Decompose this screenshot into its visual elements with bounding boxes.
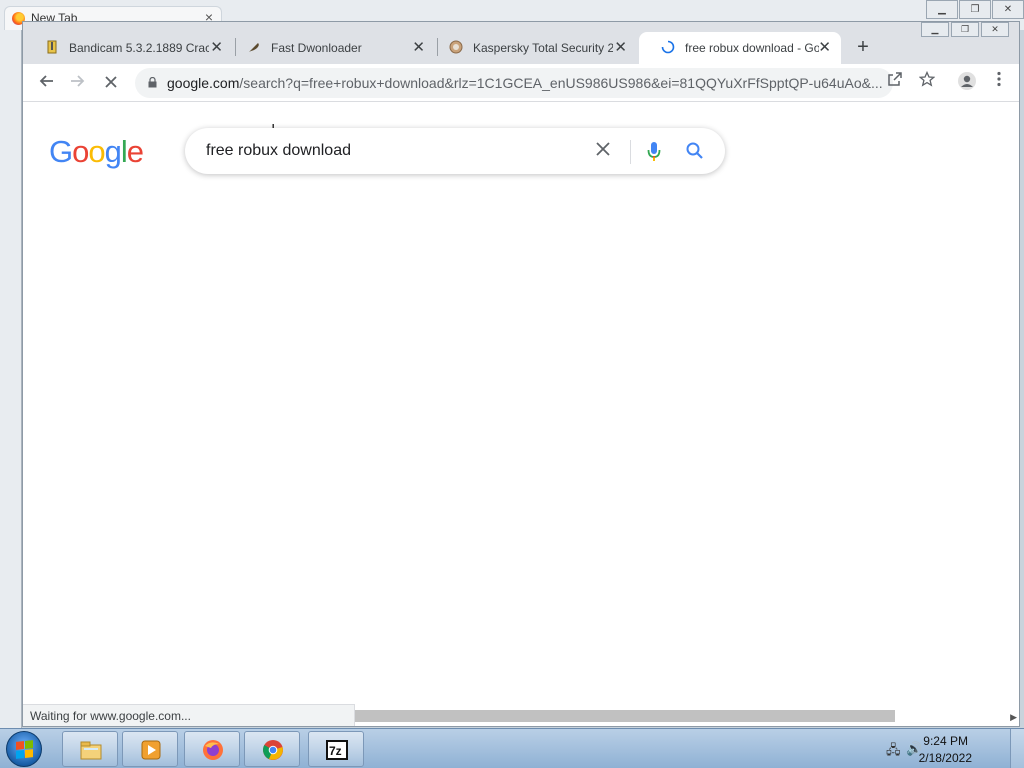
system-tray: 🖧 🔊 9:24 PM 2/18/2022 [884,729,1024,768]
new-tab-button[interactable]: + [853,36,873,59]
profile-icon[interactable] [955,71,979,95]
feather-icon [249,43,259,52]
tab-bandicam[interactable]: Bandicam 5.3.2.1889 Crack ✕ [23,32,233,64]
close-icon[interactable]: ✕ [210,38,223,56]
tab-label: Fast Dwonloader [271,41,362,55]
forward-arrow-icon[interactable] [66,71,90,95]
tab-label: free robux download - Google [685,41,819,55]
start-button[interactable] [6,731,42,767]
close-button[interactable]: ✕ [992,0,1024,19]
tab-strip: Bandicam 5.3.2.1889 Crack ✕ Fast Dwonloa… [23,22,1019,64]
search-box[interactable]: free robux download [185,128,725,174]
scroll-right-arrow-icon[interactable]: ▶ [1010,712,1017,723]
taskbar-explorer[interactable] [62,731,118,767]
address-bar[interactable]: google.com/search?q=free+robux+download&… [135,68,893,98]
tab-fast-downloader[interactable]: Fast Dwonloader ✕ [225,32,435,64]
show-desktop-button[interactable] [1010,729,1024,768]
minimize-button[interactable]: ▁ [926,0,958,19]
browser-window: Bandicam 5.3.2.1889 Crack ✕ Fast Dwonloa… [22,21,1020,727]
minimize-button[interactable]: ▁ [921,22,949,37]
share-icon[interactable] [883,71,907,95]
kaspersky-favicon-icon [449,40,463,54]
maximize-button[interactable]: ❐ [951,22,979,37]
url-path: /search?q=free+robux+download&rlz=1C1GCE… [239,75,883,91]
close-icon[interactable]: ✕ [818,38,831,56]
logo-letter: e [126,134,144,169]
tab-label: Kaspersky Total Security 2 [473,41,613,55]
url-host: google.com [167,75,240,91]
close-icon[interactable]: ✕ [412,38,425,56]
google-logo[interactable]: Google [49,134,144,170]
logo-letter: G [49,134,73,169]
windows-logo-icon [16,740,33,759]
horizontal-scrollbar[interactable] [355,710,895,722]
tab-google-search[interactable]: free robux download - Google ✕ [639,32,841,64]
clock-date[interactable]: 2/18/2022 [919,751,972,765]
tab-kaspersky[interactable]: Kaspersky Total Security 2 ✕ [427,32,637,64]
taskbar: 7z 🖧 🔊 9:24 PM 2/18/2022 [0,728,1024,768]
firefox-icon [203,740,223,760]
status-bar: Waiting for www.google.com... [23,704,355,726]
search-input[interactable]: free robux download [206,142,351,160]
folder-icon [80,741,102,760]
clear-search-icon[interactable] [595,140,611,163]
lock-icon [148,77,157,88]
back-arrow-icon[interactable] [34,71,58,95]
kebab-menu-icon[interactable] [987,71,1011,95]
search-divider [630,140,631,164]
chrome-icon [263,740,283,760]
seven-zip-icon: 7z [326,740,348,760]
page-content: Google I free robux download Waiting for… [23,102,1019,726]
clock-time[interactable]: 9:24 PM [923,734,968,748]
star-icon[interactable] [915,70,939,95]
stop-loading-icon[interactable] [99,71,123,95]
background-window-controls: ▁ ❐ ✕ [925,0,1024,19]
logo-letter: g [104,134,122,169]
logo-letter: o [88,134,105,169]
microphone-icon[interactable] [647,141,661,168]
zip-file-icon [47,40,57,54]
network-icon[interactable]: 🖧 [886,741,901,763]
restore-button[interactable]: ❐ [959,0,991,19]
background-window-edge [0,30,22,728]
browser-toolbar: google.com/search?q=free+robux+download&… [23,64,1019,102]
search-icon[interactable] [685,141,705,166]
taskbar-media-player[interactable] [122,731,178,767]
taskbar-7zip[interactable]: 7z [308,731,364,767]
svg-text:7z: 7z [329,744,342,758]
loading-spinner-icon [661,40,675,54]
taskbar-chrome[interactable] [244,731,300,767]
close-button[interactable]: ✕ [981,22,1009,37]
window-controls: ▁ ❐ ✕ [919,22,1009,37]
close-icon[interactable]: ✕ [614,38,627,56]
taskbar-firefox[interactable] [184,731,240,767]
tab-label: Bandicam 5.3.2.1889 Crack [69,41,209,55]
logo-letter: o [72,134,89,169]
media-player-icon [141,740,161,760]
